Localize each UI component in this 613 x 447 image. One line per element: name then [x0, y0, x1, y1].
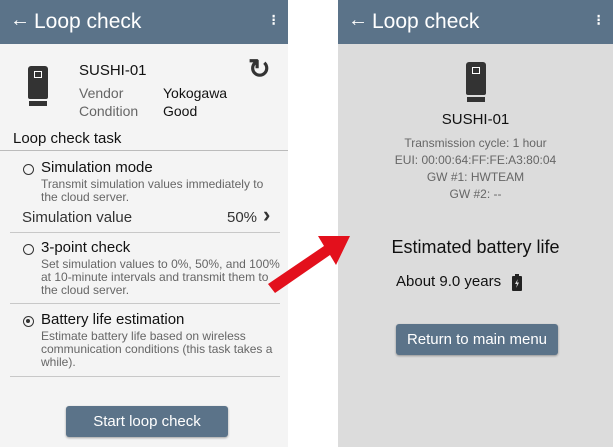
left-screen: ← Loop check ⁝ SUSHI-01 Vendor Yokogawa … — [0, 0, 288, 447]
info-gw1: GW #1: HWTEAM — [426, 170, 525, 184]
back-arrow-icon[interactable]: ← — [10, 8, 30, 32]
app-title: Loop check — [372, 10, 480, 33]
info-transmission-cycle: Transmission cycle: 1 hour — [404, 136, 547, 150]
divider — [10, 376, 280, 377]
menu-dots-icon[interactable]: ⁝ — [271, 11, 276, 31]
app-bar: ← Loop check ⁝ — [0, 0, 288, 44]
device-name: SUSHI-01 — [441, 111, 510, 128]
chevron-right-icon[interactable]: › — [263, 202, 270, 228]
condition-value: Good — [163, 103, 198, 119]
red-arrow-icon — [268, 236, 350, 293]
simulation-value-label[interactable]: Simulation value — [22, 209, 132, 226]
battery-title: Estimated battery life — [391, 237, 560, 257]
device-icon — [28, 66, 48, 106]
refresh-icon[interactable]: ↻ — [248, 54, 271, 85]
divider — [10, 232, 280, 233]
vendor-value: Yokogawa — [163, 85, 228, 101]
vendor-label: Vendor — [79, 85, 124, 101]
app-bar: ← Loop check ⁝ — [338, 0, 613, 44]
radio-simulation-mode[interactable] — [23, 164, 34, 175]
simulation-value[interactable]: 50% — [227, 209, 257, 226]
start-loop-check-button[interactable]: Start loop check — [66, 406, 228, 437]
divider — [0, 150, 288, 151]
radio-battery-life-estimation[interactable] — [23, 316, 34, 327]
info-gw2: GW #2: -- — [449, 187, 502, 201]
option-desc-battery-life-estimation: Estimate battery life based on wireless … — [41, 329, 273, 369]
info-eui: EUI: 00:00:64:FF:FE:A3:80:04 — [394, 153, 557, 167]
menu-dots-icon[interactable]: ⁝ — [596, 11, 601, 31]
section-title: Loop check task — [13, 130, 122, 147]
option-desc-simulation-mode: Transmit simulation values immediately t… — [41, 177, 264, 204]
back-arrow-icon[interactable]: ← — [348, 8, 368, 32]
battery-icon — [512, 274, 522, 291]
option-title-3-point-check[interactable]: 3-point check — [41, 239, 130, 256]
right-screen: ← Loop check ⁝ SUSHI-01 Transmission cyc… — [338, 0, 613, 447]
option-title-battery-life-estimation[interactable]: Battery life estimation — [41, 311, 184, 328]
device-name: SUSHI-01 — [79, 62, 147, 79]
battery-value: About 9.0 years — [396, 273, 502, 290]
device-icon — [466, 62, 486, 102]
radio-3-point-check[interactable] — [23, 244, 34, 255]
return-to-main-menu-button[interactable]: Return to main menu — [396, 324, 558, 355]
condition-label: Condition — [79, 103, 139, 119]
divider — [10, 303, 280, 304]
option-title-simulation-mode[interactable]: Simulation mode — [41, 159, 153, 176]
option-desc-3-point-check: Set simulation values to 0%, 50%, and 10… — [41, 257, 280, 297]
app-title: Loop check — [34, 10, 142, 33]
